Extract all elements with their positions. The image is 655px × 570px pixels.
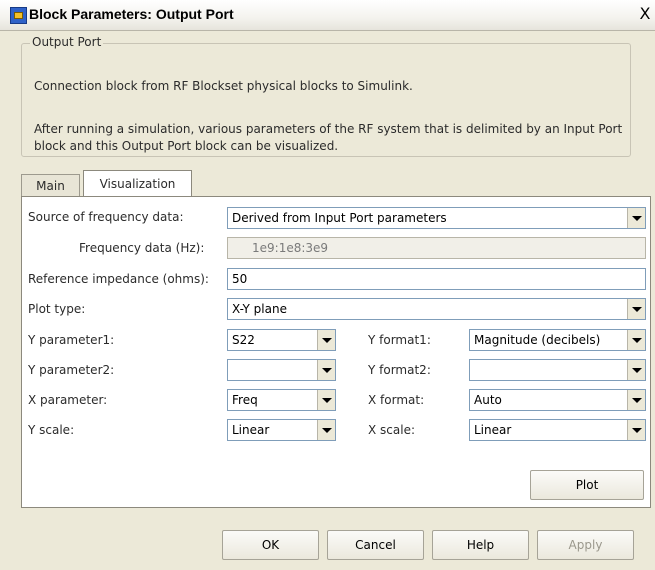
- y-format2-dropdown[interactable]: [469, 359, 646, 381]
- x-scale-dropdown[interactable]: Linear: [469, 419, 646, 441]
- close-button[interactable]: X: [637, 5, 653, 23]
- y-scale-label: Y scale:: [28, 423, 75, 437]
- help-button[interactable]: Help: [432, 530, 529, 560]
- y-parameter1-value: S22: [232, 333, 255, 347]
- chevron-down-icon[interactable]: [627, 390, 645, 410]
- title-bar: Block Parameters: Output Port X: [0, 0, 655, 31]
- source-value: Derived from Input Port parameters: [232, 211, 447, 225]
- group-legend: Output Port: [30, 35, 104, 49]
- output-port-group: Output Port Connection block from RF Blo…: [21, 35, 631, 157]
- y-format1-label: Y format1:: [368, 333, 431, 347]
- simulink-block-icon: [10, 7, 27, 24]
- chevron-down-icon[interactable]: [317, 360, 335, 380]
- impedance-input[interactable]: 50: [227, 268, 646, 290]
- source-label: Source of frequency data:: [28, 210, 184, 224]
- x-format-value: Auto: [474, 393, 502, 407]
- chevron-down-icon[interactable]: [317, 330, 335, 350]
- tab-main[interactable]: Main: [21, 174, 80, 196]
- chevron-down-icon[interactable]: [627, 299, 645, 319]
- description-line2: After running a simulation, various para…: [34, 122, 623, 153]
- y-parameter1-dropdown[interactable]: S22: [227, 329, 336, 351]
- impedance-value: 50: [232, 272, 248, 286]
- y-parameter1-label: Y parameter1:: [28, 333, 115, 347]
- x-scale-label: X scale:: [368, 423, 415, 437]
- frequency-value: 1e9:1e8:3e9: [252, 241, 329, 255]
- x-parameter-dropdown[interactable]: Freq: [227, 389, 336, 411]
- y-parameter2-dropdown[interactable]: [227, 359, 336, 381]
- impedance-label: Reference impedance (ohms):: [28, 272, 209, 286]
- window-title: Block Parameters: Output Port: [29, 6, 234, 22]
- x-parameter-label: X parameter:: [28, 393, 108, 407]
- x-scale-value: Linear: [474, 423, 512, 437]
- y-format1-value: Magnitude (decibels): [474, 333, 601, 347]
- y-scale-dropdown[interactable]: Linear: [227, 419, 336, 441]
- frequency-label: Frequency data (Hz):: [79, 241, 205, 255]
- ok-button[interactable]: OK: [222, 530, 319, 560]
- description-line1: Connection block from RF Blockset physic…: [34, 79, 413, 93]
- cancel-button[interactable]: Cancel: [327, 530, 424, 560]
- y-format1-dropdown[interactable]: Magnitude (decibels): [469, 329, 646, 351]
- y-scale-value: Linear: [232, 423, 270, 437]
- plot-type-value: X-Y plane: [232, 302, 287, 316]
- chevron-down-icon[interactable]: [627, 360, 645, 380]
- chevron-down-icon[interactable]: [627, 330, 645, 350]
- x-format-label: X format:: [368, 393, 425, 407]
- source-dropdown[interactable]: Derived from Input Port parameters: [227, 207, 646, 229]
- x-format-dropdown[interactable]: Auto: [469, 389, 646, 411]
- y-parameter2-label: Y parameter2:: [28, 363, 115, 377]
- plot-type-dropdown[interactable]: X-Y plane: [227, 298, 646, 320]
- y-format2-label: Y format2:: [368, 363, 431, 377]
- chevron-down-icon[interactable]: [627, 208, 645, 228]
- frequency-field: 1e9:1e8:3e9: [227, 237, 646, 259]
- plot-type-label: Plot type:: [28, 302, 86, 316]
- x-parameter-value: Freq: [232, 393, 258, 407]
- chevron-down-icon[interactable]: [317, 390, 335, 410]
- plot-button[interactable]: Plot: [530, 470, 644, 500]
- visualization-panel: Source of frequency data: Derived from I…: [21, 196, 651, 508]
- apply-button: Apply: [537, 530, 634, 560]
- chevron-down-icon[interactable]: [317, 420, 335, 440]
- chevron-down-icon[interactable]: [627, 420, 645, 440]
- tab-visualization[interactable]: Visualization: [83, 170, 192, 196]
